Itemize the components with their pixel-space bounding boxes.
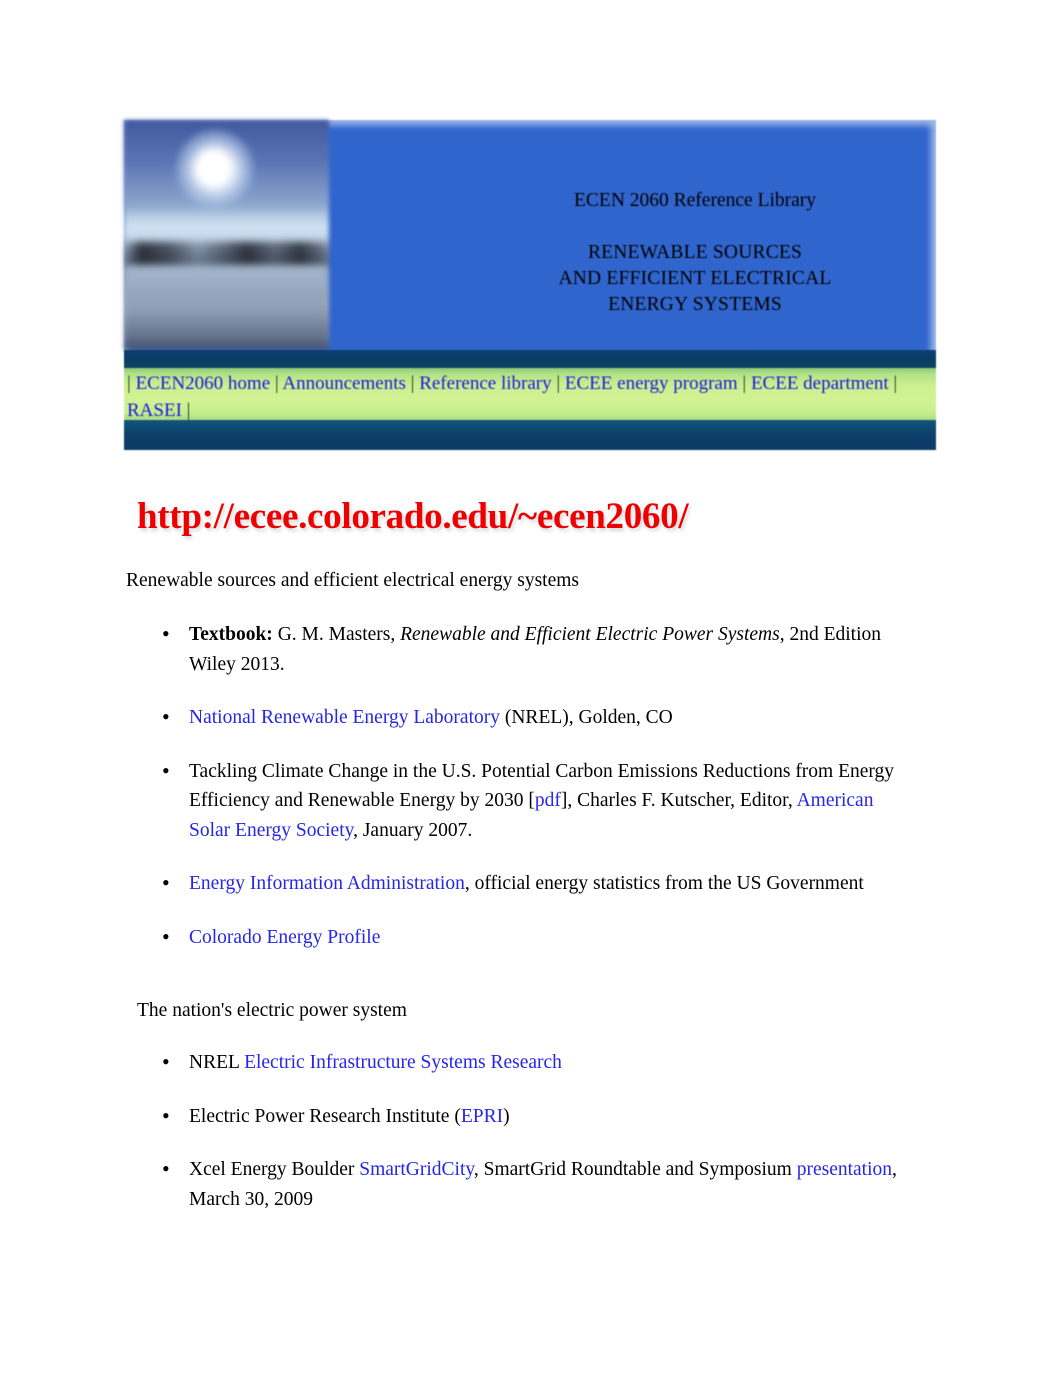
sun-over-water-photo bbox=[124, 120, 329, 350]
reference-link[interactable]: Electric Infrastructure Systems Research bbox=[244, 1052, 562, 1073]
nav-separator: | bbox=[181, 400, 191, 421]
reference-link[interactable]: presentation bbox=[797, 1159, 892, 1180]
reference-link[interactable]: pdf bbox=[535, 790, 561, 811]
nav-link-reference-library[interactable]: Reference library bbox=[419, 373, 551, 394]
list-item: Electric Power Research Institute (EPRI) bbox=[126, 1101, 916, 1132]
banner-title-line-2: AND EFFICIENT ELECTRICAL bbox=[558, 268, 832, 289]
nav-link-ecee-energy-program[interactable]: ECEE energy program bbox=[565, 373, 738, 394]
shoreline-silhouette bbox=[124, 242, 329, 266]
page-intro-text: Renewable sources and efficient electric… bbox=[126, 570, 580, 591]
list-item: Textbook: G. M. Masters, Renewable and E… bbox=[126, 619, 916, 679]
body-text: G. M. Masters, bbox=[272, 624, 401, 645]
reference-link[interactable]: Colorado Energy Profile bbox=[189, 927, 380, 948]
nav-separator: | bbox=[405, 373, 420, 394]
banner-title-line-1: RENEWABLE SOURCES bbox=[587, 242, 803, 263]
banner-divider-bottom bbox=[124, 420, 936, 450]
nav-separator: | bbox=[127, 373, 136, 394]
page-url-heading: http://ecee.colorado.edu/~ecen2060/ bbox=[137, 496, 689, 537]
body-text: ], Charles F. Kutscher, Editor, bbox=[560, 790, 797, 811]
reference-list-primary: Textbook: G. M. Masters, Renewable and E… bbox=[126, 619, 916, 976]
list-item: Xcel Energy Boulder SmartGridCity, Smart… bbox=[126, 1154, 916, 1214]
sun-core-icon bbox=[196, 150, 230, 186]
nav-link-ecee-department[interactable]: ECEE department bbox=[751, 373, 889, 394]
nav-separator: | bbox=[737, 373, 751, 394]
title-italic: Renewable and Efficient Electric Power S… bbox=[400, 624, 780, 645]
body-text: Xcel Energy Boulder bbox=[189, 1159, 360, 1180]
list-item: National Renewable Energy Laboratory (NR… bbox=[126, 702, 916, 733]
banner-title-main: ECEN 2060 Reference Library bbox=[573, 190, 817, 211]
banner-title-spacer bbox=[454, 214, 936, 240]
body-text: Electric Power Research Institute ( bbox=[189, 1105, 461, 1127]
body-text: , SmartGrid Roundtable and Symposium bbox=[473, 1159, 797, 1180]
list-item: Tackling Climate Change in the U.S. Pote… bbox=[126, 756, 916, 846]
reference-link[interactable]: EPRI bbox=[461, 1106, 503, 1127]
label-bold: Textbook: bbox=[189, 624, 273, 645]
reference-link[interactable]: Energy Information Administration bbox=[189, 873, 465, 894]
section-heading-power-system: The nation's electric power system bbox=[137, 1000, 407, 1021]
banner-title-line-3: ENERGY SYSTEMS bbox=[608, 294, 782, 315]
reference-link[interactable]: SmartGridCity bbox=[359, 1159, 474, 1180]
nav-link-rasei[interactable]: RASEI bbox=[127, 400, 182, 421]
list-item: NREL Electric Infrastructure Systems Res… bbox=[126, 1047, 916, 1078]
nav-link-announcements[interactable]: Announcements bbox=[282, 373, 405, 394]
banner-title-block: ECEN 2060 Reference Library RENEWABLE SO… bbox=[454, 120, 936, 350]
body-text: , official energy statistics from the US… bbox=[464, 873, 864, 894]
body-text: (NREL), Golden, CO bbox=[499, 707, 673, 728]
list-item: Energy Information Administration, offic… bbox=[126, 868, 916, 899]
water-reflection bbox=[124, 266, 329, 350]
nav-separator: | bbox=[888, 373, 898, 394]
nav-separator: | bbox=[551, 373, 565, 394]
nav-link-ecen2060-home[interactable]: ECEN2060 home bbox=[136, 373, 271, 394]
list-item: Colorado Energy Profile bbox=[126, 922, 916, 953]
reference-link[interactable]: National Renewable Energy Laboratory bbox=[189, 707, 500, 728]
reference-list-power-system: NREL Electric Infrastructure Systems Res… bbox=[126, 1047, 916, 1238]
site-navigation[interactable]: | ECEN2060 home | Announcements | Refere… bbox=[124, 370, 936, 424]
nav-separator: | bbox=[270, 373, 283, 394]
body-text: , January 2007. bbox=[353, 819, 473, 841]
body-text: ) bbox=[503, 1105, 510, 1127]
body-text: NREL bbox=[189, 1052, 245, 1073]
site-banner: ECEN 2060 Reference Library RENEWABLE SO… bbox=[124, 120, 936, 450]
